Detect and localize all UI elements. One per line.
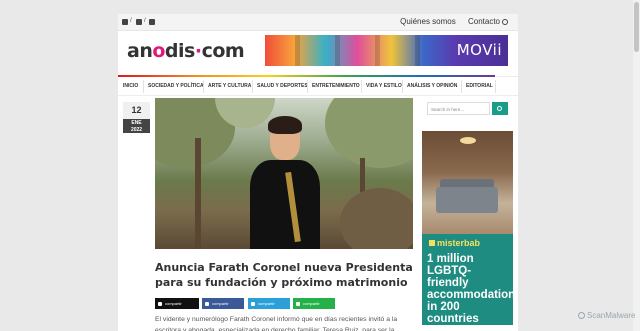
nav-item-inicio[interactable]: INICIO bbox=[123, 83, 138, 89]
share-telegram-button[interactable]: compartir bbox=[248, 298, 290, 309]
share-x-button[interactable]: compartir bbox=[155, 298, 199, 309]
watermark-label: ScanMalware bbox=[587, 311, 636, 320]
search-button[interactable] bbox=[492, 102, 508, 115]
nav-item-sociedad[interactable]: SOCIEDAD Y POLÍTICA bbox=[148, 83, 204, 89]
year-label: 2022 bbox=[130, 126, 143, 133]
logo-part: dis bbox=[164, 40, 195, 62]
social-separator: / bbox=[144, 18, 146, 24]
link-contacto[interactable]: Contacto bbox=[468, 17, 500, 26]
nav-item-editorial[interactable]: EDITORIAL bbox=[466, 83, 493, 89]
top-bar: / / Quiénes somos Contacto bbox=[118, 14, 518, 31]
share-whatsapp-button[interactable]: compartir bbox=[293, 298, 335, 309]
whatsapp-icon bbox=[296, 301, 300, 306]
search-input[interactable]: Search in here... bbox=[427, 102, 490, 115]
article-body: El vidente y numerólogo Farath Coronel i… bbox=[155, 316, 398, 331]
ad-image bbox=[422, 131, 513, 234]
article-title: Anuncia Farath Coronel nueva Presidenta … bbox=[155, 261, 413, 289]
social-separator: / bbox=[130, 18, 132, 24]
logo-part: an bbox=[127, 40, 153, 62]
site-logo[interactable]: anodis·com bbox=[127, 40, 245, 62]
link-quienes-somos[interactable]: Quiénes somos bbox=[400, 17, 456, 26]
scrollbar[interactable] bbox=[633, 0, 640, 331]
nav-item-salud[interactable]: SALUD Y DEPORTES bbox=[257, 83, 308, 89]
sidebar-ad[interactable]: misterbab 1 million LGBTQ-friendly accom… bbox=[422, 131, 513, 325]
nav-item-entretenimiento[interactable]: ENTRETENIMIENTO bbox=[312, 83, 360, 89]
nav-item-analisis[interactable]: ANÁLISIS Y OPINIÓN bbox=[407, 83, 457, 89]
main-nav: INICIO SOCIEDAD Y POLÍTICA ARTE Y CULTUR… bbox=[118, 75, 518, 96]
x-icon bbox=[158, 301, 162, 306]
logo-dot: · bbox=[194, 40, 202, 62]
nav-item-arte[interactable]: ARTE Y CULTURA bbox=[208, 83, 251, 89]
logo-o: o bbox=[152, 40, 165, 62]
post-date-day: 12 bbox=[123, 102, 150, 119]
facebook-icon bbox=[205, 301, 209, 306]
telegram-icon bbox=[251, 301, 255, 306]
nav-rainbow-stripe bbox=[118, 75, 495, 77]
scanmalware-icon bbox=[578, 312, 585, 319]
ad-brand-label: misterbab bbox=[437, 238, 481, 248]
search-icon[interactable] bbox=[502, 19, 508, 25]
banner-brand: MOVii bbox=[456, 41, 502, 59]
youtube-icon[interactable] bbox=[122, 19, 128, 27]
ad-brand: misterbab bbox=[429, 238, 480, 248]
post-date-month: ENE 2022 bbox=[123, 119, 150, 133]
article-photo bbox=[155, 98, 413, 249]
post-date: 12 ENE 2022 bbox=[123, 102, 150, 133]
ad-text: 1 million LGBTQ-friendly accommodations … bbox=[427, 253, 513, 325]
share-facebook-button[interactable]: compartir bbox=[202, 298, 244, 309]
misterbab-icon bbox=[429, 240, 435, 246]
search-icon bbox=[497, 105, 502, 111]
twitter-icon[interactable] bbox=[149, 19, 155, 27]
top-nav: Quiénes somos Contacto bbox=[390, 17, 500, 26]
person-figure bbox=[250, 116, 320, 249]
ad-banner[interactable]: MOVii bbox=[265, 35, 508, 66]
logo-part: com bbox=[201, 40, 245, 62]
page: / / Quiénes somos Contacto anodis·com MO… bbox=[118, 14, 518, 331]
scrollbar-thumb[interactable] bbox=[634, 2, 639, 52]
nav-item-vida[interactable]: VIDA Y ESTILO bbox=[366, 83, 402, 89]
facebook-icon[interactable] bbox=[136, 19, 142, 27]
watermark: ScanMalware bbox=[578, 311, 635, 320]
